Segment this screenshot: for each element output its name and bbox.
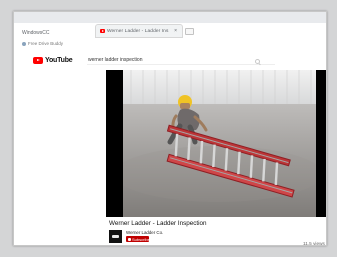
subscribe-button[interactable]: Subscribe (126, 236, 150, 242)
video-frame (123, 70, 316, 217)
search-icon[interactable] (255, 59, 260, 64)
video-player[interactable] (106, 70, 326, 217)
search-input[interactable]: werner ladder inspection (87, 56, 275, 65)
subscriber-count (152, 237, 158, 239)
view-count: 11.5 views (303, 241, 325, 246)
youtube-icon (100, 29, 105, 33)
close-icon[interactable]: × (174, 28, 177, 34)
youtube-header: YouTube werner ladder inspection (14, 51, 326, 65)
bookmark-label: Free Drive Buddy (28, 41, 64, 46)
video-title: Werner Ladder - Ladder Inspection (109, 220, 207, 227)
subscribe-icon (128, 237, 131, 241)
subscribe-label: Subscribe (132, 236, 150, 242)
bookmark-icon (22, 41, 26, 46)
bookmark-item[interactable]: Free Drive Buddy (22, 41, 63, 46)
browser-title-bar (14, 12, 326, 23)
tab-title: Werner Ladder - Ladder Ins (107, 28, 169, 34)
new-tab-button[interactable] (185, 28, 194, 35)
browser-window: WindowsCC Werner Ladder - Ladder Ins × F… (13, 11, 327, 246)
youtube-logo-icon (33, 57, 43, 64)
channel-avatar[interactable] (109, 230, 122, 243)
channel-row: Werner Ladder Co. Subscribe (109, 230, 326, 245)
channel-name[interactable]: Werner Ladder Co. (126, 230, 163, 235)
video-scene (123, 70, 316, 217)
youtube-logo-text: YouTube (45, 57, 73, 64)
youtube-logo[interactable]: YouTube (33, 57, 73, 64)
tab-werner-ladder[interactable]: Werner Ladder - Ladder Ins × (95, 24, 183, 38)
bookmark-bar: Free Drive Buddy (14, 39, 326, 48)
browser-label: WindowsCC (22, 30, 50, 36)
